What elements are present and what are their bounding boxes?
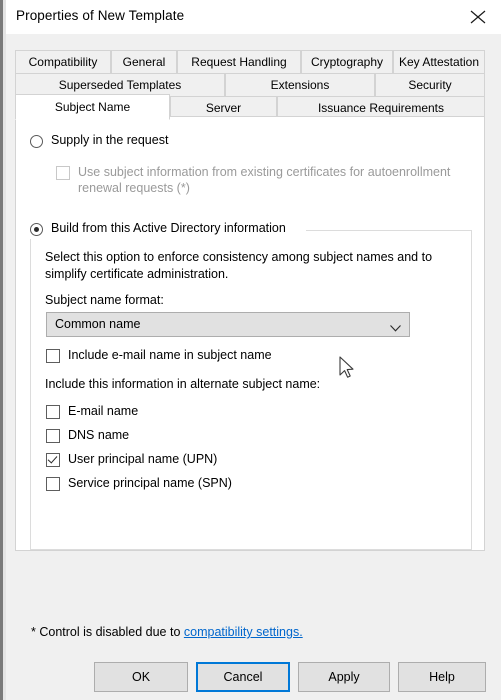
subject-name-format-value: Common name: [55, 317, 141, 331]
tab-request-handling[interactable]: Request Handling: [177, 50, 301, 74]
checkbox-include-email-in-subject-label: Include e-mail name in subject name: [68, 348, 272, 362]
apply-button[interactable]: Apply: [298, 662, 390, 692]
close-button[interactable]: [455, 0, 501, 33]
help-button[interactable]: Help: [398, 662, 486, 692]
checkbox-alt-upn-label: User principal name (UPN): [68, 452, 218, 466]
build-from-ad-description: Select this option to enforce consistenc…: [45, 250, 433, 281]
alternate-subject-name-label: Include this information in alternate su…: [45, 377, 321, 391]
checkbox-alt-spn-box[interactable]: [46, 477, 60, 491]
radio-supply-in-request-label: Supply in the request: [51, 133, 169, 147]
ok-button[interactable]: OK: [94, 662, 188, 692]
checkbox-reuse-subject-info-label: Use subject information from existing ce…: [78, 165, 451, 195]
cancel-button[interactable]: Cancel: [196, 662, 290, 692]
disabled-control-footnote: * Control is disabled due to compatibili…: [31, 625, 303, 639]
title-bar: Properties of New Template: [6, 0, 501, 33]
radio-build-from-ad[interactable]: Build from this Active Directory informa…: [30, 221, 286, 239]
tab-compatibility[interactable]: Compatibility: [15, 50, 111, 74]
checkbox-include-email-in-subject-box[interactable]: [46, 349, 60, 363]
tab-extensions[interactable]: Extensions: [225, 73, 375, 97]
tab-subject-name[interactable]: Subject Name: [15, 94, 170, 120]
tab-general[interactable]: General: [111, 50, 177, 74]
disabled-control-footnote-text: * Control is disabled due to: [31, 625, 184, 639]
subject-name-format-dropdown[interactable]: Common name: [46, 312, 410, 337]
subject-name-format-label: Subject name format:: [45, 293, 164, 307]
tab-cryptography[interactable]: Cryptography: [301, 50, 393, 74]
checkbox-alt-upn-box[interactable]: [46, 453, 60, 467]
checkbox-alt-email-name-label: E-mail name: [68, 404, 139, 418]
tab-strip: Compatibility General Request Handling C…: [15, 50, 485, 120]
checkbox-alt-dns-name-box[interactable]: [46, 429, 60, 443]
tab-key-attestation[interactable]: Key Attestation: [393, 50, 485, 74]
checkbox-alt-dns-name-label: DNS name: [68, 428, 130, 442]
checkbox-alt-spn-label: Service principal name (SPN): [68, 476, 232, 490]
compatibility-settings-link[interactable]: compatibility settings.: [184, 625, 303, 639]
dialog-window: Properties of New Template Compatibility…: [0, 0, 501, 700]
tab-security[interactable]: Security: [375, 73, 485, 97]
radio-supply-in-request-indicator[interactable]: [30, 135, 43, 148]
radio-build-from-ad-indicator[interactable]: [30, 223, 43, 236]
checkbox-reuse-subject-info-box: [56, 166, 70, 180]
checkbox-alt-email-name-box[interactable]: [46, 405, 60, 419]
chevron-down-icon: [390, 321, 401, 332]
window-left-edge-inner: [3, 0, 6, 700]
subject-name-panel: Supply in the request Use subject inform…: [15, 116, 485, 551]
window-title: Properties of New Template: [16, 8, 185, 23]
radio-build-from-ad-label: Build from this Active Directory informa…: [51, 221, 286, 235]
title-bar-divider: [6, 33, 501, 34]
